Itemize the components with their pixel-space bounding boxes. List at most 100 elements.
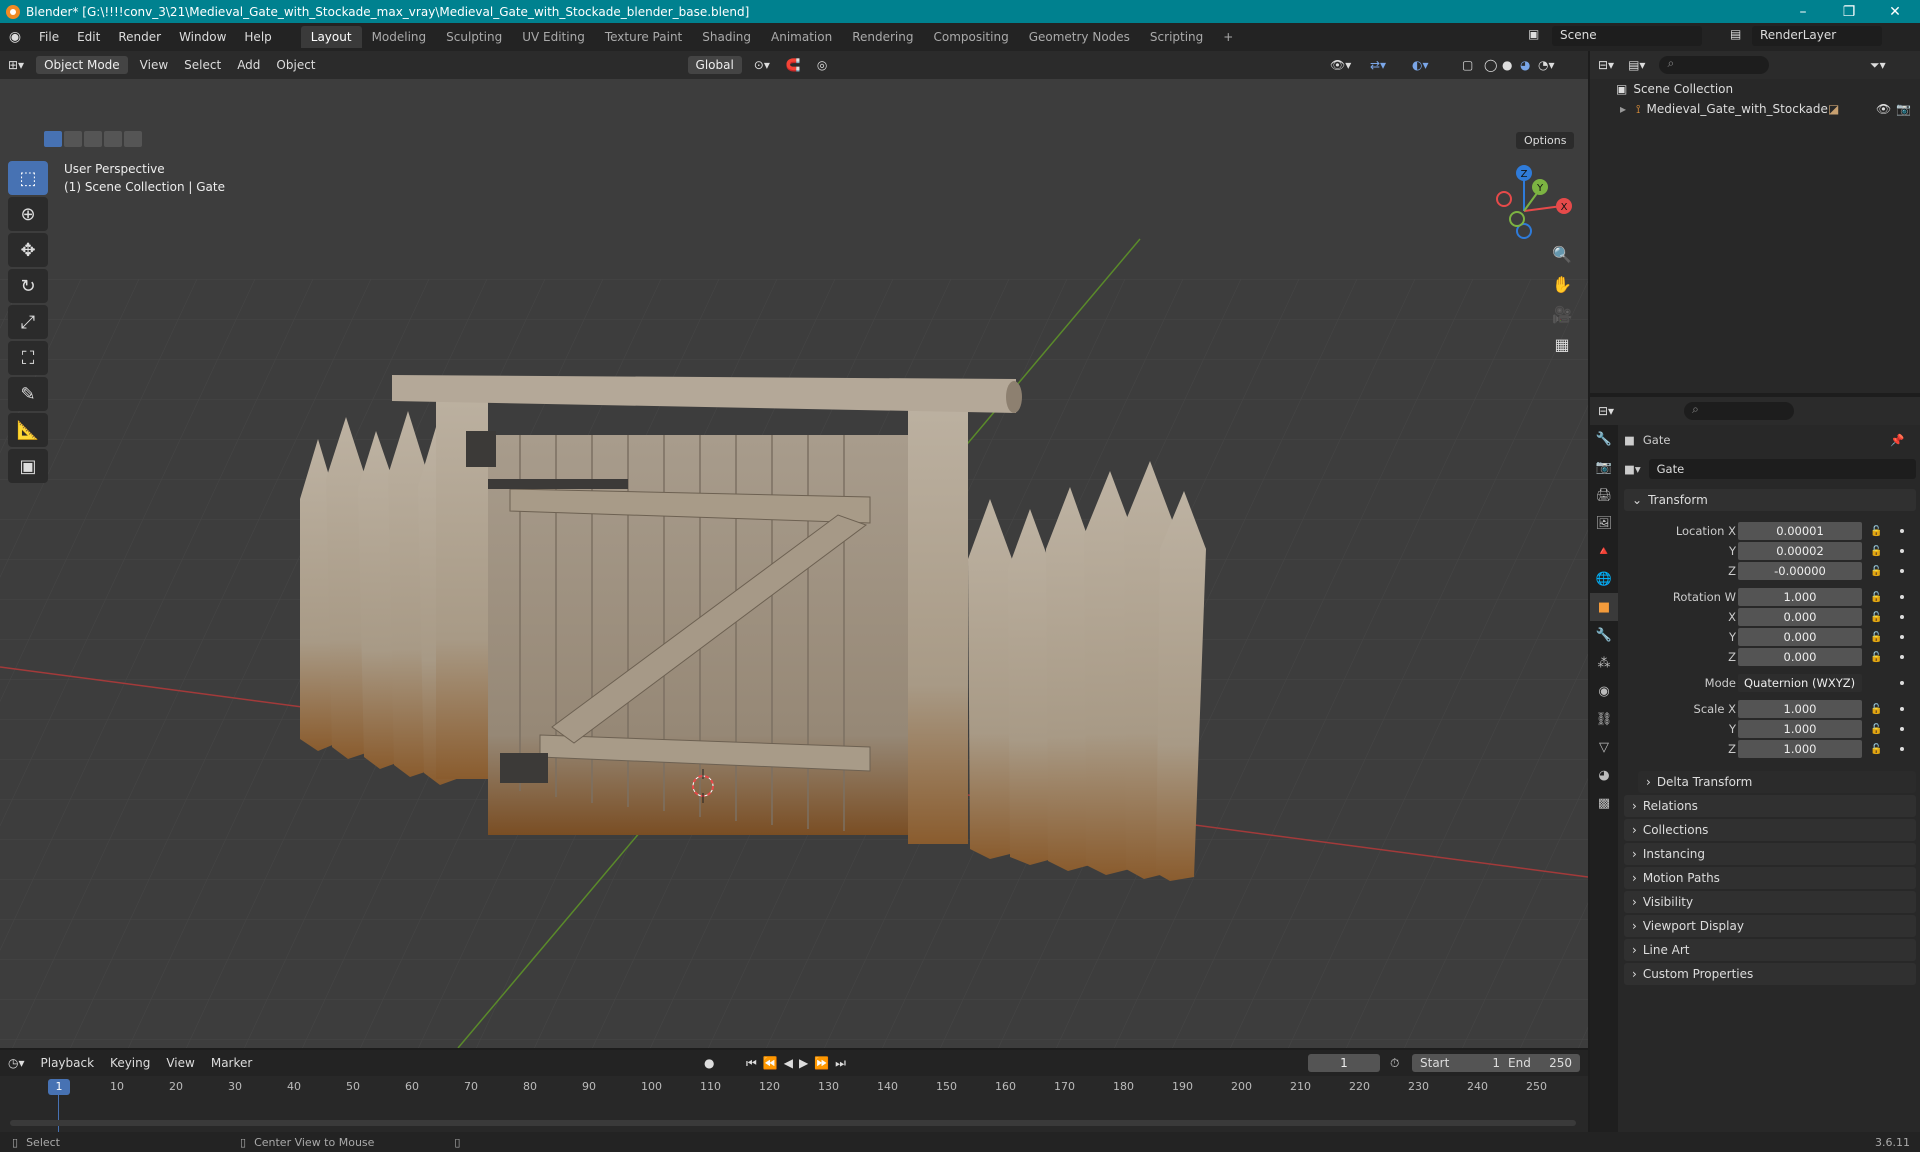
- timeline-menu-playback[interactable]: Playback: [33, 1056, 103, 1070]
- close-button[interactable]: ✕: [1872, 0, 1918, 23]
- display-mode-icon[interactable]: ▤▾: [1628, 58, 1645, 72]
- add-cube-icon[interactable]: ▣: [8, 449, 48, 483]
- timeline-editor-icon[interactable]: ◷▾: [0, 1056, 33, 1070]
- object-datablock-icon[interactable]: ■▾: [1624, 462, 1641, 476]
- proportional-edit-icon[interactable]: ◎: [809, 58, 835, 72]
- keyframe-dot-icon[interactable]: [1900, 635, 1904, 639]
- measure-icon[interactable]: 📐: [8, 413, 48, 447]
- blender-menu-icon[interactable]: ◉: [0, 29, 30, 45]
- pin-icon[interactable]: 📌: [1890, 433, 1904, 447]
- select-extend-icon[interactable]: [64, 131, 82, 147]
- custom-properties-section[interactable]: › Custom Properties: [1624, 963, 1916, 985]
- visibility-section[interactable]: › Visibility: [1624, 891, 1916, 913]
- line-art-section[interactable]: › Line Art: [1624, 939, 1916, 961]
- orientation-dropdown[interactable]: Global: [687, 56, 742, 74]
- cursor-icon[interactable]: ⊕: [8, 197, 48, 231]
- lock-icon[interactable]: 🔓: [1870, 526, 1882, 537]
- lock-icon[interactable]: 🔓: [1870, 704, 1882, 715]
- outliner-editor-icon[interactable]: ⊟▾: [1598, 58, 1614, 72]
- keyframe-dot-icon[interactable]: [1900, 615, 1904, 619]
- ortho-grid-icon[interactable]: ▦: [1548, 331, 1576, 357]
- tool-tab-icon[interactable]: 🔧: [1590, 425, 1618, 453]
- snap-icon[interactable]: 🧲: [778, 58, 809, 72]
- location-x-field[interactable]: 0.00001: [1738, 522, 1862, 540]
- tab-rendering[interactable]: Rendering: [842, 26, 923, 48]
- viewport-display-section[interactable]: › Viewport Display: [1624, 915, 1916, 937]
- physics-tab-icon[interactable]: ◉: [1590, 677, 1618, 705]
- viewport-menu-object[interactable]: Object: [268, 58, 323, 72]
- tab-texture-paint[interactable]: Texture Paint: [595, 26, 692, 48]
- menu-render[interactable]: Render: [109, 30, 170, 44]
- tab-animation[interactable]: Animation: [761, 26, 842, 48]
- camera-view-icon[interactable]: 🎥: [1548, 301, 1576, 327]
- transform-section-header[interactable]: ⌄ Transform: [1624, 489, 1916, 511]
- material-shading-icon[interactable]: ◕: [1520, 58, 1530, 72]
- lock-icon[interactable]: 🔓: [1870, 632, 1882, 643]
- keyframe-dot-icon[interactable]: [1900, 655, 1904, 659]
- rotation-y-field[interactable]: 0.000: [1738, 628, 1862, 646]
- tab-shading[interactable]: Shading: [692, 26, 761, 48]
- pan-hand-icon[interactable]: ✋: [1548, 271, 1576, 297]
- render-layer-selector[interactable]: RenderLayer: [1752, 26, 1882, 46]
- menu-file[interactable]: File: [30, 30, 68, 44]
- render-tab-icon[interactable]: 📷: [1590, 453, 1618, 481]
- data-tab-icon[interactable]: ▽: [1590, 733, 1618, 761]
- rotation-x-field[interactable]: 0.000: [1738, 608, 1862, 626]
- object-tab-icon[interactable]: ■: [1590, 593, 1618, 621]
- playback-controls[interactable]: ⏮⏪◀▶⏩⏭: [746, 1056, 852, 1071]
- keyframe-dot-icon[interactable]: [1900, 707, 1904, 711]
- view-layer-tab-icon[interactable]: 🖼: [1590, 509, 1618, 537]
- viewport-menu-view[interactable]: View: [132, 58, 176, 72]
- lock-icon[interactable]: 🔓: [1870, 744, 1882, 755]
- end-frame-field[interactable]: End 250: [1500, 1054, 1580, 1072]
- timeline-menu-marker[interactable]: Marker: [203, 1056, 260, 1070]
- select-new-icon[interactable]: [44, 131, 62, 147]
- keyframe-dot-icon[interactable]: [1900, 569, 1904, 573]
- tab-modeling[interactable]: Modeling: [362, 26, 437, 48]
- world-tab-icon[interactable]: 🌐: [1590, 565, 1618, 593]
- motion-paths-section[interactable]: › Motion Paths: [1624, 867, 1916, 889]
- tab-layout[interactable]: Layout: [300, 26, 362, 48]
- gate-door[interactable]: [466, 431, 908, 835]
- scale-y-field[interactable]: 1.000: [1738, 720, 1862, 738]
- rotation-mode-dropdown[interactable]: Quaternion (WXYZ): [1738, 674, 1862, 692]
- select-invert-icon[interactable]: [104, 131, 122, 147]
- keyframe-dot-icon[interactable]: [1900, 595, 1904, 599]
- outliner-search-input[interactable]: ⌕: [1659, 56, 1770, 74]
- restore-button[interactable]: ❐: [1826, 0, 1872, 23]
- move-icon[interactable]: ✥: [8, 233, 48, 267]
- filter-icon[interactable]: ⏷▾: [1870, 58, 1886, 73]
- viewport-menu-add[interactable]: Add: [229, 58, 268, 72]
- select-box-icon[interactable]: ⬚: [8, 161, 48, 195]
- scale-x-field[interactable]: 1.000: [1738, 700, 1862, 718]
- menu-help[interactable]: Help: [235, 30, 280, 44]
- properties-search-input[interactable]: ⌕: [1684, 402, 1795, 420]
- lock-icon[interactable]: 🔓: [1870, 546, 1882, 557]
- playhead-frame[interactable]: 1: [48, 1079, 70, 1095]
- record-icon[interactable]: ●: [704, 1056, 714, 1070]
- visibility-icon[interactable]: 👁▾: [1330, 58, 1351, 72]
- stopwatch-icon[interactable]: ⏱: [1390, 1056, 1399, 1071]
- keyframe-dot-icon[interactable]: [1900, 747, 1904, 751]
- lock-icon[interactable]: 🔓: [1870, 612, 1882, 623]
- select-intersect-icon[interactable]: [124, 131, 142, 147]
- scene-collection-row[interactable]: ▣ Scene Collection: [1590, 79, 1920, 99]
- tab-sculpting[interactable]: Sculpting: [436, 26, 512, 48]
- timeline-menu-view[interactable]: View: [158, 1056, 202, 1070]
- relations-section[interactable]: › Relations: [1624, 795, 1916, 817]
- zoom-icon[interactable]: 🔍: [1548, 241, 1576, 267]
- modifier-tab-icon[interactable]: 🔧: [1590, 621, 1618, 649]
- keyframe-dot-icon[interactable]: [1900, 529, 1904, 533]
- expand-arrow-icon[interactable]: ▸: [1620, 102, 1626, 116]
- xray-icon[interactable]: ▢: [1462, 58, 1473, 72]
- minimize-button[interactable]: –: [1780, 0, 1826, 23]
- outliner-item[interactable]: ▸ ⟟ Medieval_Gate_with_Stockade ◪ 👁 📷: [1590, 99, 1920, 119]
- timeline-menu-keying[interactable]: Keying: [102, 1056, 158, 1070]
- camera-render-icon[interactable]: 📷: [1896, 102, 1911, 116]
- texture-tab-icon[interactable]: ▩: [1590, 789, 1618, 817]
- editor-type-icon[interactable]: ⊞▾: [0, 58, 32, 72]
- output-tab-icon[interactable]: 🖨: [1590, 481, 1618, 509]
- annotate-icon[interactable]: ✎: [8, 377, 48, 411]
- location-y-field[interactable]: 0.00002: [1738, 542, 1862, 560]
- add-workspace-icon[interactable]: +: [1213, 26, 1243, 48]
